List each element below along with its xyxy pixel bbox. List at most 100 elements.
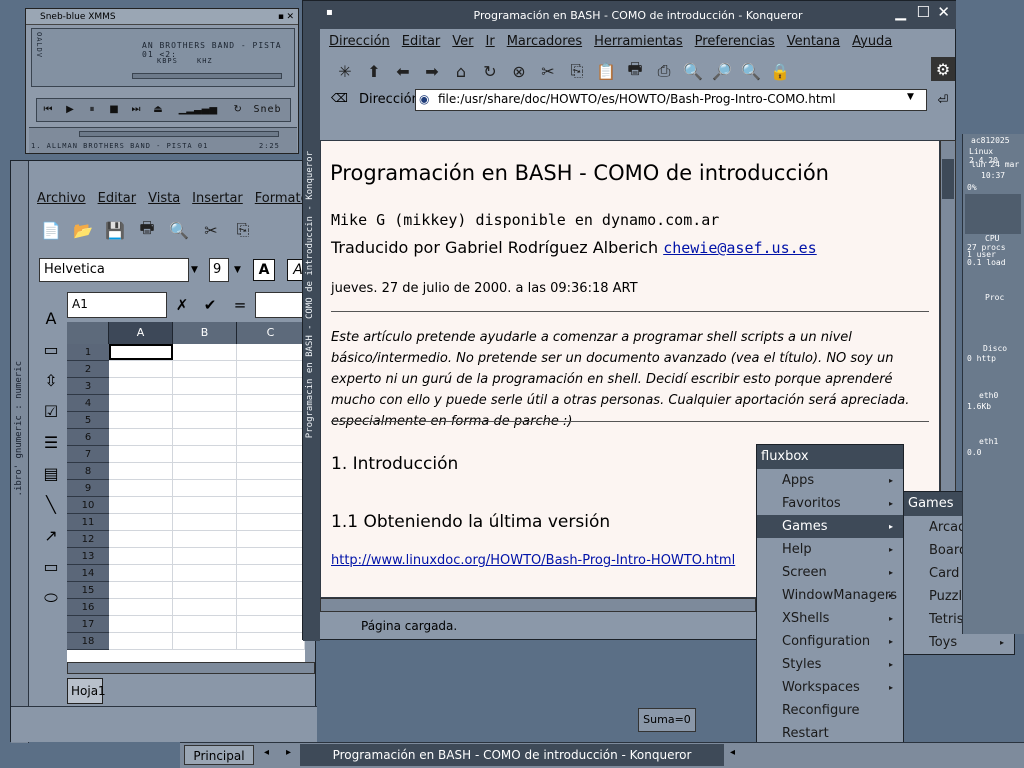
menu-editar[interactable]: Editar <box>92 191 143 206</box>
table-row[interactable] <box>109 412 305 429</box>
line-tool-icon[interactable]: ╲ <box>46 495 56 514</box>
table-row[interactable] <box>109 497 305 514</box>
playlist-entry[interactable]: 1. ALLMAN BROTHERS BAND - PISTA 01 <box>31 142 208 150</box>
menu-item-apps[interactable]: Apps ▸ <box>757 469 903 492</box>
row-header[interactable]: 2 <box>67 361 109 378</box>
row-header[interactable]: 8 <box>67 463 109 480</box>
zoom-fit-icon[interactable]: 🔍 <box>737 57 765 85</box>
checkbox-tool-icon[interactable]: ☑ <box>44 402 58 421</box>
eject-icon[interactable]: ⏏ <box>147 99 169 121</box>
menu-editar[interactable]: Editar <box>396 34 447 49</box>
row-header[interactable]: 4 <box>67 395 109 412</box>
konqueror-side-titlebar[interactable]: Programacin en BASH - COMO de introducci… <box>303 1 320 641</box>
row-header[interactable]: 6 <box>67 429 109 446</box>
equals-icon[interactable]: = <box>229 294 251 316</box>
close-icon[interactable]: ✕ <box>286 9 294 25</box>
horizontal-scrollbar[interactable] <box>67 662 315 674</box>
menu-item-games[interactable]: Games ▸ <box>757 515 903 538</box>
stop-icon[interactable]: ⊗ <box>505 57 533 85</box>
menu-item-styles[interactable]: Styles ▸ <box>757 653 903 676</box>
menu-ayuda[interactable]: Ayuda <box>846 34 898 49</box>
repeat-icon[interactable]: ↻ <box>227 99 249 121</box>
games-item[interactable]: Toys ▸ <box>904 631 1014 654</box>
window-menu-icon[interactable]: ▪ <box>326 7 333 18</box>
prev-window-icon[interactable]: ◂ <box>730 747 735 758</box>
cancel-icon[interactable]: ✗ <box>171 294 193 316</box>
combo-tool-icon[interactable]: ▤ <box>43 464 58 483</box>
row-header[interactable]: 11 <box>67 514 109 531</box>
home-icon[interactable]: ⌂ <box>447 57 475 85</box>
play-icon[interactable]: ▶ <box>59 99 81 121</box>
print-preview-icon[interactable]: 🔍 <box>165 216 193 244</box>
minimize-icon[interactable]: ▪ <box>278 9 284 25</box>
row-header[interactable]: 10 <box>67 497 109 514</box>
task-button[interactable]: Programación en BASH - COMO de introducc… <box>300 744 724 766</box>
menu-ventana[interactable]: Ventana <box>781 34 846 49</box>
table-row[interactable] <box>109 531 305 548</box>
new-icon[interactable]: ✳ <box>331 57 359 85</box>
prev-workspace-icon[interactable]: ◂ <box>264 747 269 758</box>
cell-reference-field[interactable]: A1 <box>67 292 167 318</box>
row-header[interactable]: 15 <box>67 582 109 599</box>
text-tool-icon[interactable]: A <box>46 309 57 328</box>
save-icon[interactable]: 💾 <box>101 216 129 244</box>
table-row[interactable] <box>109 582 305 599</box>
back-icon[interactable]: ⬅ <box>389 57 417 85</box>
row-header[interactable]: 18 <box>67 633 109 650</box>
table-row[interactable] <box>109 548 305 565</box>
bold-icon[interactable]: A <box>253 259 275 281</box>
xmms-titlebar[interactable]: Sneb-blue XMMS ▪ ✕ <box>26 9 298 25</box>
konqueror-titlebar[interactable]: ▪ Programación en BASH - COMO de introdu… <box>320 1 956 29</box>
column-header[interactable]: C <box>237 322 305 344</box>
chevron-down-icon[interactable]: ▼ <box>907 92 914 102</box>
gnumeric-side-titlebar[interactable]: .ibro' gnumeric : numeric <box>11 161 29 743</box>
list-tool-icon[interactable]: ☰ <box>44 433 58 452</box>
menu-item-xshells[interactable]: XShells ▸ <box>757 607 903 630</box>
sheet-tab[interactable]: Hoja1 <box>67 678 106 704</box>
menu-ver[interactable]: Ver <box>446 34 479 49</box>
forward-icon[interactable]: ➡ <box>418 57 446 85</box>
go-icon[interactable]: ⏎ <box>933 89 953 111</box>
chevron-down-icon[interactable]: ▼ <box>234 258 241 282</box>
menu-herramientas[interactable]: Herramientas <box>588 34 689 49</box>
table-row[interactable] <box>109 395 305 412</box>
cut-icon[interactable]: ✂ <box>197 216 225 244</box>
scrollbar-thumb[interactable] <box>942 159 954 199</box>
row-header[interactable]: 12 <box>67 531 109 548</box>
howto-link[interactable]: http://www.linuxdoc.org/HOWTO/Bash-Prog-… <box>331 553 735 568</box>
open-folder-icon[interactable]: 📂 <box>69 216 97 244</box>
stop-icon[interactable]: ■ <box>103 99 125 121</box>
row-header[interactable]: 1 <box>67 344 109 361</box>
table-row[interactable] <box>109 463 305 480</box>
row-header[interactable]: 5 <box>67 412 109 429</box>
menu-preferencias[interactable]: Preferencias <box>689 34 781 49</box>
prev-icon[interactable]: ⏮ <box>37 99 59 121</box>
zoom-out-icon[interactable]: 🔎 <box>708 57 736 85</box>
copy-icon[interactable]: ⎘ <box>229 216 257 244</box>
equalizer-icon[interactable]: ▁▂▃▄▅ <box>173 99 223 121</box>
table-row[interactable] <box>109 616 305 633</box>
menu-direccion[interactable]: Dirección <box>323 34 396 49</box>
rectangle-tool-icon[interactable]: ▭ <box>43 557 58 576</box>
translator-email-link[interactable]: chewie@asef.us.es <box>663 239 817 257</box>
menu-item-screen[interactable]: Screen ▸ <box>757 561 903 584</box>
spinner-tool-icon[interactable]: ⇳ <box>44 371 57 390</box>
table-row[interactable] <box>109 565 305 582</box>
row-header[interactable]: 16 <box>67 599 109 616</box>
column-header[interactable]: A <box>109 322 173 344</box>
corner-cell[interactable] <box>67 322 109 344</box>
horizontal-scrollbar[interactable] <box>320 598 756 612</box>
next-workspace-icon[interactable]: ▸ <box>286 747 291 758</box>
menu-marcadores[interactable]: Marcadores <box>501 34 588 49</box>
row-header[interactable]: 3 <box>67 378 109 395</box>
menu-item-help[interactable]: Help ▸ <box>757 538 903 561</box>
label-tool-icon[interactable]: ▭ <box>43 340 58 359</box>
menu-archivo[interactable]: Archivo <box>31 191 92 206</box>
table-row[interactable] <box>109 446 305 463</box>
table-row[interactable] <box>109 429 305 446</box>
print-icon[interactable]: 🖶 <box>133 216 161 244</box>
print-icon[interactable]: 🖶 <box>621 57 649 85</box>
menu-ir[interactable]: Ir <box>480 34 501 49</box>
row-header[interactable]: 14 <box>67 565 109 582</box>
print-settings-icon[interactable]: ⎙ <box>650 57 678 85</box>
